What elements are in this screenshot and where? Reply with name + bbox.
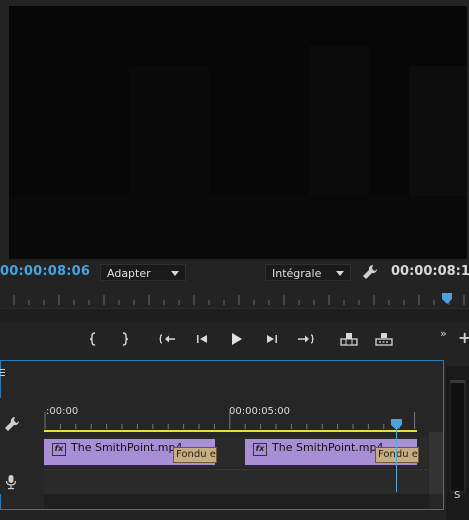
ruler-label-start: :00:00 xyxy=(46,406,79,417)
play-icon xyxy=(232,333,242,345)
step-back-icon xyxy=(197,335,207,343)
chevron-down-icon xyxy=(171,271,179,276)
zoom-level-value: Adapter xyxy=(107,267,151,280)
fx-badge[interactable]: fx xyxy=(253,443,267,456)
audio-track-a1[interactable] xyxy=(44,469,429,494)
ruler-label-5s: 00:00:05:00 xyxy=(229,406,291,417)
lift-button[interactable] xyxy=(339,330,359,348)
panel-menu-icon[interactable] xyxy=(0,369,6,378)
clip-name: The SmithPoint.mp4 xyxy=(272,441,384,454)
button-editor-button[interactable]: + xyxy=(458,330,469,346)
brace-open-icon xyxy=(89,332,96,346)
wrench-icon[interactable] xyxy=(4,416,20,432)
playback-resolution-dropdown[interactable]: Intégrale xyxy=(265,264,351,281)
chevron-down-icon xyxy=(336,271,344,276)
zoom-level-dropdown[interactable]: Adapter xyxy=(100,264,186,281)
go-to-out-button[interactable] xyxy=(296,330,316,348)
playhead-line[interactable] xyxy=(396,420,397,492)
play-button[interactable] xyxy=(227,330,247,348)
duration-timecode: 00:00:08:19 xyxy=(391,264,469,279)
microphone-icon[interactable] xyxy=(5,474,17,490)
current-timecode[interactable]: 00:00:08:06 xyxy=(0,264,90,279)
brace-close-icon xyxy=(122,332,129,346)
more-controls-button[interactable]: » xyxy=(440,327,447,340)
go-to-in-icon xyxy=(159,334,175,344)
extract-icon xyxy=(375,333,393,346)
vertical-scrollbar[interactable] xyxy=(429,432,443,494)
go-to-in-button[interactable] xyxy=(158,330,178,348)
playback-resolution-value: Intégrale xyxy=(272,267,322,280)
playhead-handle[interactable] xyxy=(391,419,402,430)
step-back-button[interactable] xyxy=(192,330,212,348)
monitor-time-ruler[interactable] xyxy=(0,287,469,307)
fx-badge[interactable]: fx xyxy=(52,443,66,456)
transition-cross-dissolve[interactable]: Fondu e xyxy=(375,447,419,463)
extract-button[interactable] xyxy=(374,330,394,348)
step-forward-icon xyxy=(267,335,277,343)
clip-name: The SmithPoint.mp4 xyxy=(71,441,183,454)
lift-icon xyxy=(340,333,358,346)
work-area-bar xyxy=(44,430,417,432)
video-preview[interactable] xyxy=(9,6,467,259)
go-to-out-icon xyxy=(298,334,314,344)
horizontal-scrollbar[interactable] xyxy=(44,494,429,509)
transition-cross-dissolve[interactable]: Fondu e xyxy=(173,447,217,463)
video-clip[interactable]: fx The SmithPoint.mp4 Fondu e xyxy=(44,439,217,465)
video-clip[interactable]: fx The SmithPoint.mp4 Fondu e xyxy=(245,439,419,465)
mark-in-button[interactable] xyxy=(83,330,103,348)
step-forward-button[interactable] xyxy=(262,330,282,348)
mark-out-button[interactable] xyxy=(115,330,135,348)
solo-button[interactable]: S xyxy=(454,490,460,501)
monitor-zoom-scrollbar[interactable] xyxy=(0,308,469,323)
monitor-playhead-handle xyxy=(442,293,452,304)
wrench-icon[interactable] xyxy=(362,264,378,280)
